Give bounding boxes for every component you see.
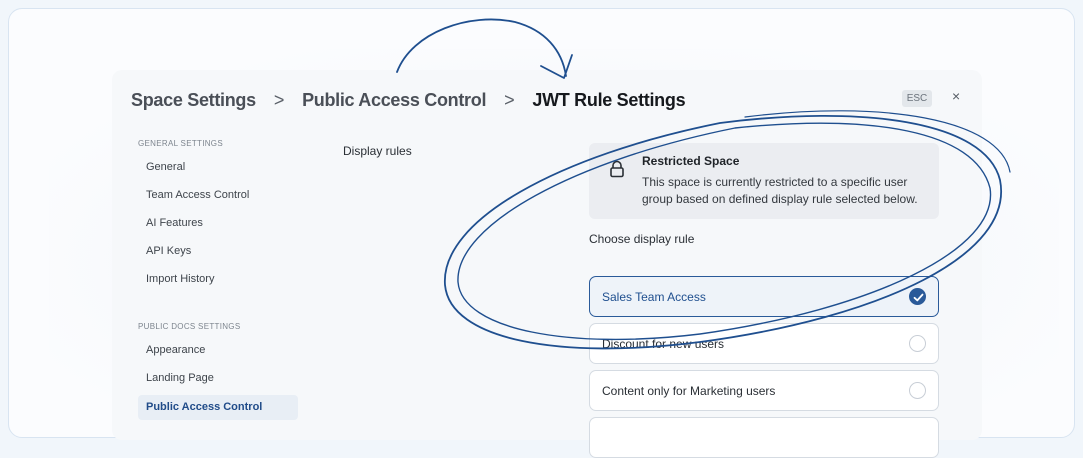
rule-option-label: Content only for Marketing users [602,384,776,398]
sidebar-item-general[interactable]: General [138,155,298,180]
choose-display-rule-label: Choose display rule [589,232,695,246]
radio-unchecked-icon[interactable] [909,382,926,399]
sidebar-item-import-history[interactable]: Import History [138,267,298,292]
public-docs-settings-heading: PUBLIC DOCS SETTINGS [138,322,241,331]
sidebar-item-ai-features[interactable]: AI Features [138,211,298,236]
rule-option-label: Discount for new users [602,337,725,351]
rule-option-partial[interactable] [589,417,939,458]
notice-body: This space is currently restricted to a … [642,175,918,206]
close-icon[interactable]: × [952,88,960,104]
breadcrumb-separator: > [273,89,285,110]
breadcrumb: Space Settings > Public Access Control >… [131,87,686,113]
breadcrumb-space-settings[interactable]: Space Settings [131,90,256,111]
radio-unchecked-icon[interactable] [909,335,926,352]
check-icon [913,293,924,302]
general-settings-heading: GENERAL SETTINGS [138,139,223,148]
display-rules-label: Display rules [343,144,412,158]
sidebar-item-appearance[interactable]: Appearance [138,338,298,363]
notice-title: Restricted Space [642,154,740,168]
sidebar-item-api-keys[interactable]: API Keys [138,239,298,264]
sidebar-item-public-access-control[interactable]: Public Access Control [138,395,298,420]
rule-option-content-only-for-marketing-users[interactable]: Content only for Marketing users [589,370,939,411]
radio-checked-icon[interactable] [909,288,926,305]
breadcrumb-jwt-rule-settings: JWT Rule Settings [532,89,686,110]
rule-option-label: Sales Team Access [602,290,706,304]
breadcrumb-separator: > [504,89,515,110]
esc-key-hint: ESC [902,90,932,107]
sidebar-item-landing-page[interactable]: Landing Page [138,366,298,391]
breadcrumb-public-access-control[interactable]: Public Access Control [302,90,486,111]
rule-option-sales-team-access[interactable]: Sales Team Access [589,276,939,317]
sidebar-item-team-access-control[interactable]: Team Access Control [138,183,298,208]
rule-option-discount-for-new-users[interactable]: Discount for new users [589,323,939,364]
lock-icon [609,160,625,183]
